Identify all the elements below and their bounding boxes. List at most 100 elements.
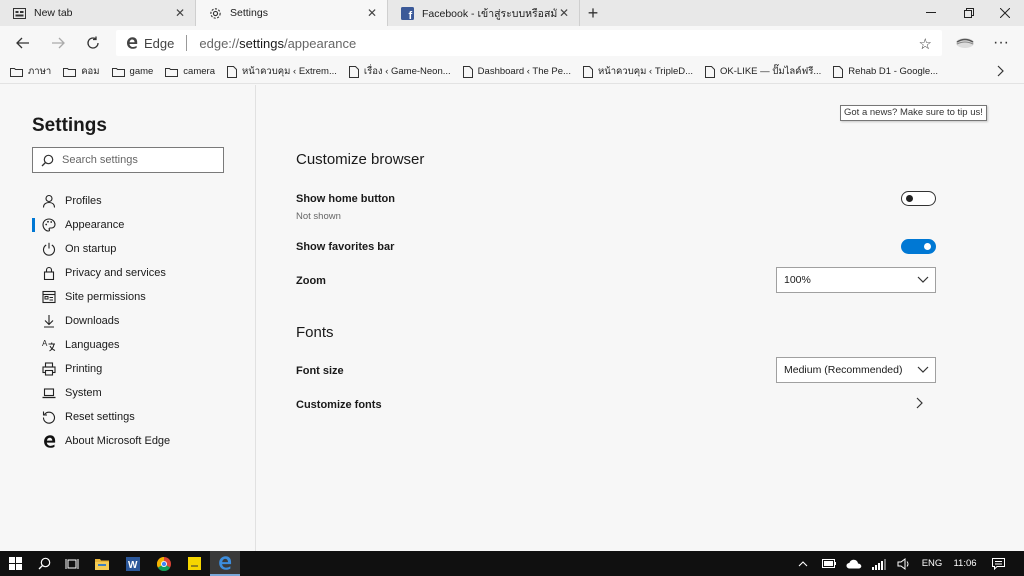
back-button[interactable] bbox=[10, 30, 36, 56]
tab-label: Facebook - เข้าสู่ระบบหรือสมัครใช้งาน bbox=[422, 7, 557, 20]
sidebar-item-reset[interactable]: Reset settings bbox=[0, 405, 256, 429]
restore-button[interactable] bbox=[950, 0, 988, 26]
tab-facebook[interactable]: f Facebook - เข้าสู่ระบบหรือสมัครใช้งาน … bbox=[388, 0, 580, 26]
notifications-icon[interactable] bbox=[986, 551, 1010, 576]
facebook-icon: f bbox=[400, 6, 414, 20]
favorite-label: camera bbox=[183, 66, 215, 77]
sidebar-item-label: About Microsoft Edge bbox=[65, 435, 171, 447]
task-view-icon[interactable] bbox=[58, 551, 86, 576]
site-permissions-icon bbox=[41, 289, 57, 305]
search-box[interactable] bbox=[32, 147, 224, 173]
favorite-label: Rehab D1 - Google... bbox=[848, 66, 939, 77]
sidebar-item-about[interactable]: About Microsoft Edge bbox=[0, 429, 256, 453]
sidebar-item-label: Downloads bbox=[65, 315, 120, 327]
favorite-folder[interactable]: camera bbox=[165, 66, 215, 77]
favorite-page[interactable]: Dashboard ‹ The Pe... bbox=[462, 65, 571, 78]
chevron-right-icon[interactable] bbox=[996, 65, 1004, 80]
search-input[interactable] bbox=[62, 154, 212, 166]
sidebar-item-profiles[interactable]: Profiles bbox=[0, 189, 256, 213]
url-text[interactable]: edge://settings/appearance bbox=[199, 36, 356, 51]
close-icon[interactable]: ✕ bbox=[557, 6, 571, 20]
tab-new-tab[interactable]: New tab ✕ bbox=[0, 0, 196, 26]
sidebar-item-label: Profiles bbox=[65, 195, 102, 207]
taskbar: W ENG 11:06 bbox=[0, 551, 1024, 576]
toggle-knob bbox=[906, 195, 913, 202]
power-icon bbox=[41, 241, 57, 257]
page-icon bbox=[226, 65, 237, 78]
favorite-page[interactable]: เรื่อง ‹ Game-Neon... bbox=[348, 64, 451, 79]
svg-text:W: W bbox=[128, 560, 138, 571]
sidebar-item-printing[interactable]: Printing bbox=[0, 357, 256, 381]
sidebar-item-appearance[interactable]: Appearance bbox=[0, 213, 256, 237]
sidebar-item-on-startup[interactable]: On startup bbox=[0, 237, 256, 261]
chevron-down-icon bbox=[917, 273, 929, 288]
favorite-page[interactable]: OK-LIKE — ปั๊มไลค์ฟรี... bbox=[705, 64, 821, 79]
favorite-label: เรื่อง ‹ Game-Neon... bbox=[363, 66, 451, 77]
folder-icon bbox=[111, 67, 125, 77]
minimize-button[interactable] bbox=[912, 0, 950, 26]
favorite-folder[interactable]: game bbox=[111, 66, 153, 77]
sidebar-item-label: System bbox=[65, 387, 102, 399]
search-icon bbox=[41, 154, 54, 167]
close-window-button[interactable] bbox=[986, 0, 1024, 26]
start-button[interactable] bbox=[0, 551, 30, 576]
reset-icon bbox=[41, 409, 57, 425]
chrome-icon[interactable] bbox=[150, 551, 178, 576]
customize-fonts-label[interactable]: Customize fonts bbox=[296, 399, 382, 411]
onedrive-icon[interactable] bbox=[843, 551, 865, 576]
star-icon[interactable]: ☆ bbox=[919, 35, 932, 53]
zoom-label: Zoom bbox=[296, 275, 326, 287]
favorite-page[interactable]: หน้าควบคุม ‹ Extrem... bbox=[226, 64, 337, 79]
favorite-page[interactable]: Rehab D1 - Google... bbox=[833, 65, 939, 78]
printer-icon bbox=[41, 361, 57, 377]
new-tab-button[interactable]: + bbox=[580, 0, 606, 26]
sidebar-item-downloads[interactable]: Downloads bbox=[0, 309, 256, 333]
sidebar-item-system[interactable]: System bbox=[0, 381, 256, 405]
tab-settings[interactable]: Settings ✕ bbox=[196, 0, 388, 26]
page-icon bbox=[705, 65, 716, 78]
language-indicator[interactable]: ENG bbox=[918, 551, 946, 576]
network-icon[interactable] bbox=[868, 551, 890, 576]
battery-icon[interactable] bbox=[818, 551, 840, 576]
favorite-label: คอม bbox=[81, 66, 100, 77]
clock[interactable]: 11:06 bbox=[948, 551, 982, 576]
folder-icon bbox=[165, 67, 179, 77]
home-button-label: Show home button bbox=[296, 193, 395, 205]
zoom-dropdown[interactable]: 100% bbox=[776, 267, 936, 293]
chevron-up-icon[interactable] bbox=[793, 551, 813, 576]
sticky-notes-icon[interactable] bbox=[180, 551, 208, 576]
refresh-button[interactable] bbox=[80, 30, 106, 56]
sidebar-item-privacy[interactable]: Privacy and services bbox=[0, 261, 256, 285]
chevron-right-icon[interactable] bbox=[915, 397, 923, 412]
home-button-toggle[interactable] bbox=[901, 191, 936, 206]
favorite-label: OK-LIKE — ปั๊มไลค์ฟรี... bbox=[720, 66, 822, 77]
settings-content: Got a news? Make sure to tip us! Customi… bbox=[257, 85, 1024, 551]
more-options-button[interactable]: ··· bbox=[988, 30, 1014, 56]
close-icon[interactable]: ✕ bbox=[365, 6, 379, 20]
favorites-bar-label: Show favorites bar bbox=[296, 241, 395, 253]
word-icon[interactable]: W bbox=[118, 551, 148, 576]
search-icon[interactable] bbox=[30, 551, 58, 576]
lock-icon bbox=[41, 265, 57, 281]
gear-icon bbox=[208, 6, 222, 20]
edge-taskbar-icon[interactable] bbox=[210, 551, 240, 576]
favorite-folder[interactable]: ภาษา bbox=[10, 64, 51, 79]
favorite-page[interactable]: หน้าควบคุม ‹ TripleD... bbox=[582, 64, 693, 79]
chevron-down-icon bbox=[917, 363, 929, 378]
close-icon[interactable]: ✕ bbox=[173, 6, 187, 20]
address-bar[interactable]: Edge edge://settings/appearance ☆ bbox=[116, 30, 942, 56]
favorites-bar-toggle[interactable] bbox=[901, 239, 936, 254]
omnibox-divider bbox=[186, 35, 188, 51]
favorite-folder[interactable]: คอม bbox=[63, 64, 100, 79]
download-icon bbox=[41, 313, 57, 329]
volume-icon[interactable] bbox=[893, 551, 915, 576]
page-title: Settings bbox=[32, 115, 107, 136]
forward-button[interactable] bbox=[45, 30, 71, 56]
sidebar-item-site-permissions[interactable]: Site permissions bbox=[0, 285, 256, 309]
collections-icon[interactable] bbox=[954, 34, 976, 52]
file-explorer-icon[interactable] bbox=[88, 551, 116, 576]
font-size-dropdown[interactable]: Medium (Recommended) bbox=[776, 357, 936, 383]
svg-text:f: f bbox=[408, 10, 412, 20]
person-icon bbox=[41, 193, 57, 209]
sidebar-item-languages[interactable]: A Languages bbox=[0, 333, 256, 357]
